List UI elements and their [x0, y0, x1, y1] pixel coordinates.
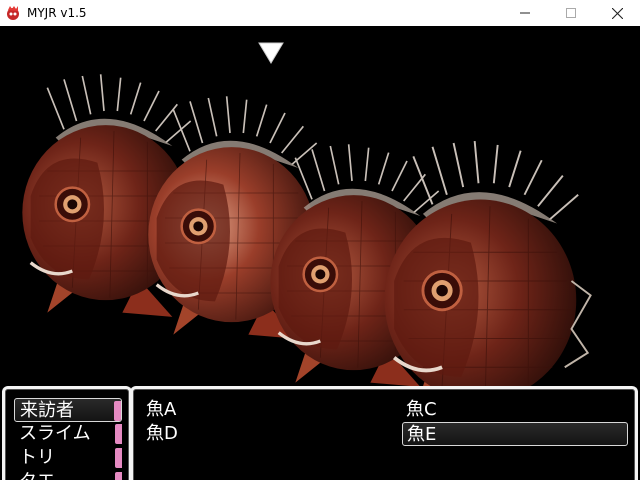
window-title-bar: MYJR v1.5 — [0, 0, 640, 26]
window-title: MYJR v1.5 — [27, 6, 87, 20]
enemy-option-label: 魚E — [407, 424, 437, 445]
status-marker — [115, 472, 122, 480]
close-icon — [611, 7, 623, 19]
enemy-option-a[interactable]: 魚A — [142, 398, 368, 422]
status-marker — [115, 448, 122, 468]
enemy-option-label: 魚D — [146, 423, 178, 444]
minimize-button[interactable] — [502, 0, 548, 26]
party-member-label: タエ — [14, 471, 55, 480]
party-member-tae[interactable]: タエ — [14, 470, 122, 480]
enemy-option-label: 魚C — [406, 399, 437, 420]
maximize-icon — [566, 8, 576, 18]
enemy-option-c[interactable]: 魚C — [402, 398, 628, 422]
party-command-window: 来訪者 スライム トリ タエ — [2, 386, 132, 480]
party-member-slime[interactable]: スライム — [14, 422, 122, 446]
enemy-select-window: 魚A 魚C 魚D 魚E — [130, 386, 638, 480]
status-marker — [114, 401, 121, 421]
maximize-button[interactable] — [548, 0, 594, 26]
target-cursor-icon — [258, 42, 284, 64]
enemy-option-d[interactable]: 魚D — [142, 422, 368, 446]
party-member-label: トリ — [19, 447, 55, 468]
battle-screen: 来訪者 スライム トリ タエ 魚A 魚C 魚D 魚E — [0, 26, 640, 480]
close-button[interactable] — [594, 0, 640, 26]
party-member-visitor[interactable]: 来訪者 — [14, 398, 122, 422]
minimize-icon — [520, 12, 530, 14]
enemy-option-label: 魚A — [146, 399, 177, 420]
enemy-fish-e[interactable] — [382, 139, 593, 422]
status-marker — [115, 424, 122, 444]
enemy-option-e[interactable]: 魚E — [402, 422, 628, 446]
party-member-label: スライム — [19, 423, 91, 444]
party-member-bird[interactable]: トリ — [14, 446, 122, 470]
app-icon — [7, 6, 19, 20]
party-member-label: 来訪者 — [20, 400, 74, 421]
